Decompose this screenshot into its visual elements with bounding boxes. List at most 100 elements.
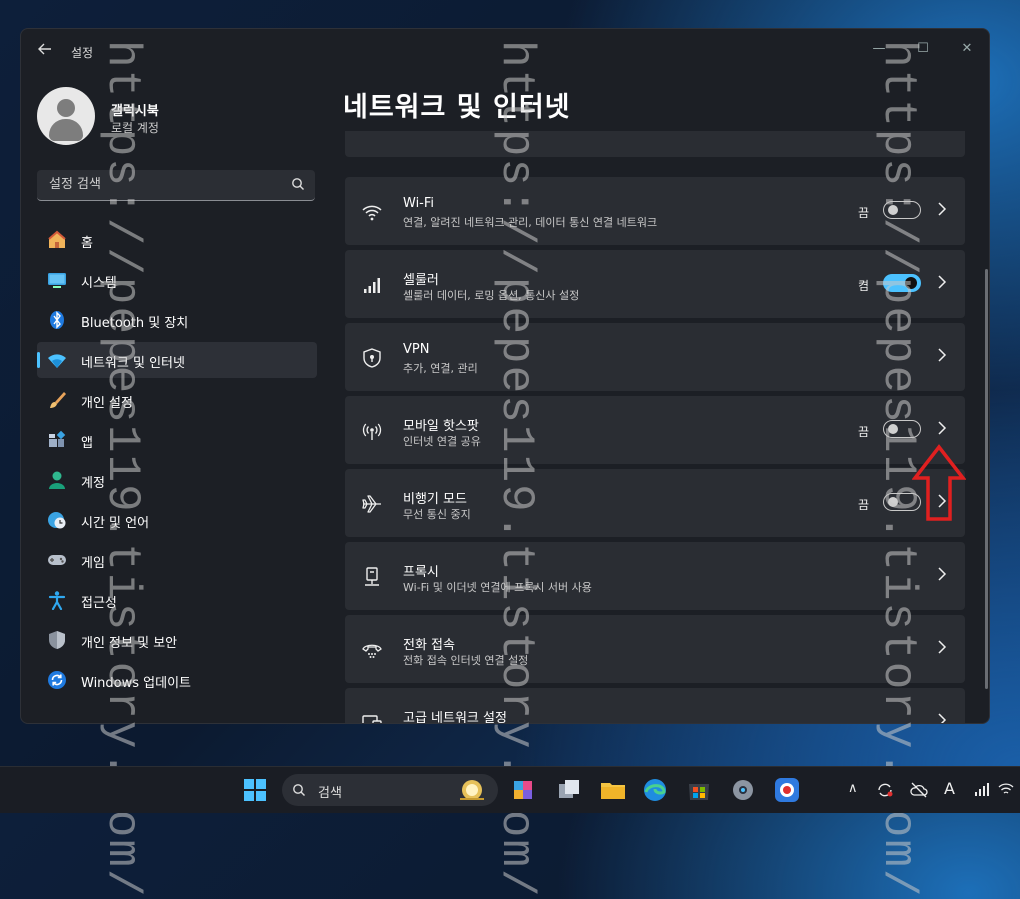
card-title: Wi-Fi (403, 196, 435, 211)
cellular-toggle[interactable] (883, 274, 921, 292)
store-icon[interactable] (684, 775, 714, 805)
card-cellular[interactable]: 셀룰러 셀룰러 데이터, 로밍 옵션, 통신사 설정 켬 (345, 250, 965, 318)
sidebar-item-label: 네트워크 및 인터넷 (81, 356, 185, 371)
sidebar-nav: 홈 시스템 Bluetooth 및 장치 네트워크 및 인터넷 개인 설정 앱 … (37, 222, 317, 702)
close-button[interactable]: ✕ (945, 37, 989, 61)
sidebar-item-system[interactable]: 시스템 (37, 262, 317, 298)
gamepad-icon (48, 555, 66, 565)
dial-up-icon (362, 644, 382, 658)
taskbar-search-label: 검색 (318, 786, 342, 801)
sidebar-item-accounts[interactable]: 계정 (37, 462, 317, 498)
sidebar-item-label: 접근성 (81, 596, 117, 611)
sidebar-item-network[interactable]: 네트워크 및 인터넷 (37, 342, 317, 378)
sidebar-item-accessibility[interactable]: 접근성 (37, 582, 317, 618)
cloud-off-icon[interactable] (910, 781, 928, 799)
vpn-shield-icon (363, 348, 381, 368)
sidebar-item-label: 홈 (81, 236, 93, 251)
sidebar-item-personalization[interactable]: 개인 설정 (37, 382, 317, 418)
chevron-right-icon (938, 275, 947, 289)
sidebar-item-label: 개인 설정 (81, 396, 133, 411)
hotspot-icon (362, 423, 382, 440)
apps-icon (49, 430, 66, 447)
file-explorer-icon[interactable] (598, 775, 628, 805)
maximize-button[interactable]: ☐ (901, 37, 945, 61)
arrow-left-icon (38, 43, 51, 55)
taskbar-search[interactable]: 검색 (282, 774, 498, 806)
hotspot-toggle[interactable] (883, 420, 921, 438)
sidebar-item-label: 앱 (81, 436, 93, 451)
content-scrollbar[interactable] (985, 269, 988, 689)
card-wifi[interactable]: Wi-Fi 연결, 알려진 네트워크 관리, 데이터 통신 연결 네트워크 끔 (345, 177, 965, 245)
bluetooth-icon (50, 311, 64, 329)
search-icon (292, 178, 304, 190)
card-title: 모바일 핫스팟 (403, 419, 479, 434)
network-icon (48, 354, 66, 368)
annotation-arrow-up-icon (912, 444, 966, 521)
sidebar-item-label: 시스템 (81, 276, 117, 291)
sidebar-item-label: 계정 (81, 476, 105, 491)
minimize-button[interactable]: — (857, 37, 901, 61)
wifi-toggle[interactable] (883, 201, 921, 219)
search-input[interactable] (47, 176, 281, 193)
chevron-right-icon (938, 713, 947, 723)
toggle-state-label: 끔 (857, 498, 869, 512)
page-title: 네트워크 및 인터넷 (343, 92, 571, 123)
search-highlight-icon (460, 780, 484, 800)
card-vpn[interactable]: VPN 추가, 연결, 관리 (345, 323, 965, 391)
sidebar-item-gaming[interactable]: 게임 (37, 542, 317, 578)
sidebar-item-label: 게임 (81, 556, 105, 571)
card-subtitle: 전화 접속 인터넷 연결 설정 (403, 654, 529, 667)
card-title: 비행기 모드 (403, 492, 467, 507)
brush-icon (50, 392, 66, 408)
edge-browser-icon[interactable] (640, 775, 670, 805)
task-view-icon[interactable] (554, 775, 584, 805)
card-title: 셀룰러 (403, 273, 439, 288)
globe-clock-icon (48, 512, 66, 529)
sidebar-item-privacy[interactable]: 개인 정보 및 보안 (37, 622, 317, 658)
cellular-icon (364, 278, 380, 293)
accessibility-icon (48, 591, 66, 610)
sidebar-item-apps[interactable]: 앱 (37, 422, 317, 458)
signal-icon[interactable] (974, 781, 990, 797)
chevron-right-icon (938, 421, 947, 435)
tray-chevron-up-icon[interactable]: ∧ (848, 781, 858, 796)
search-icon (293, 784, 305, 796)
windows-start-icon[interactable] (240, 775, 270, 805)
settings-search[interactable] (37, 170, 315, 201)
card-subtitle: 무선 통신 중지 (403, 508, 471, 521)
proxy-server-icon (365, 567, 379, 586)
monitor-icon (362, 715, 382, 723)
copilot-icon[interactable] (508, 775, 538, 805)
card-title: 프록시 (403, 565, 439, 580)
wifi-tray-icon[interactable] (998, 781, 1014, 797)
back-button[interactable] (35, 41, 55, 61)
sidebar-item-time-language[interactable]: 시간 및 언어 (37, 502, 317, 538)
sidebar-item-home[interactable]: 홈 (37, 222, 317, 258)
card-proxy[interactable]: 프록시 Wi-Fi 및 이더넷 연결에 프록시 서버 사용 (345, 542, 965, 610)
card-subtitle: Wi-Fi 및 이더넷 연결에 프록시 서버 사용 (403, 581, 592, 594)
card-airplane-mode[interactable]: 비행기 모드 무선 통신 중지 끔 (345, 469, 965, 537)
sidebar-item-label: 개인 정보 및 보안 (81, 636, 178, 651)
update-icon (48, 671, 66, 689)
profile-name: 갤럭시북 (111, 104, 159, 119)
card-subtitle: 추가, 연결, 관리 (403, 362, 478, 375)
chevron-right-icon (938, 567, 947, 581)
card-advanced-network[interactable]: 고급 네트워크 설정 (345, 688, 965, 723)
sidebar-item-bluetooth[interactable]: Bluetooth 및 장치 (37, 302, 317, 338)
card-title: VPN (403, 342, 430, 357)
chevron-right-icon (938, 348, 947, 362)
card-title: 고급 네트워크 설정 (403, 711, 507, 723)
sync-icon[interactable] (876, 781, 894, 799)
settings-gear-icon[interactable] (728, 775, 758, 805)
sidebar-item-label: Bluetooth 및 장치 (81, 316, 189, 331)
home-icon (48, 230, 66, 248)
chevron-right-icon (938, 640, 947, 654)
card-mobile-hotspot[interactable]: 모바일 핫스팟 인터넷 연결 공유 끔 (345, 396, 965, 464)
card-subtitle: 연결, 알려진 네트워크 관리, 데이터 통신 연결 네트워크 (403, 216, 658, 229)
input-language-indicator[interactable]: A (944, 779, 955, 798)
sidebar-item-windows-update[interactable]: Windows 업데이트 (37, 662, 317, 698)
card-dial-up[interactable]: 전화 접속 전화 접속 인터넷 연결 설정 (345, 615, 965, 683)
sidebar-item-label: Windows 업데이트 (81, 676, 192, 691)
avatar (37, 87, 95, 145)
screen-capture-icon[interactable] (772, 775, 802, 805)
